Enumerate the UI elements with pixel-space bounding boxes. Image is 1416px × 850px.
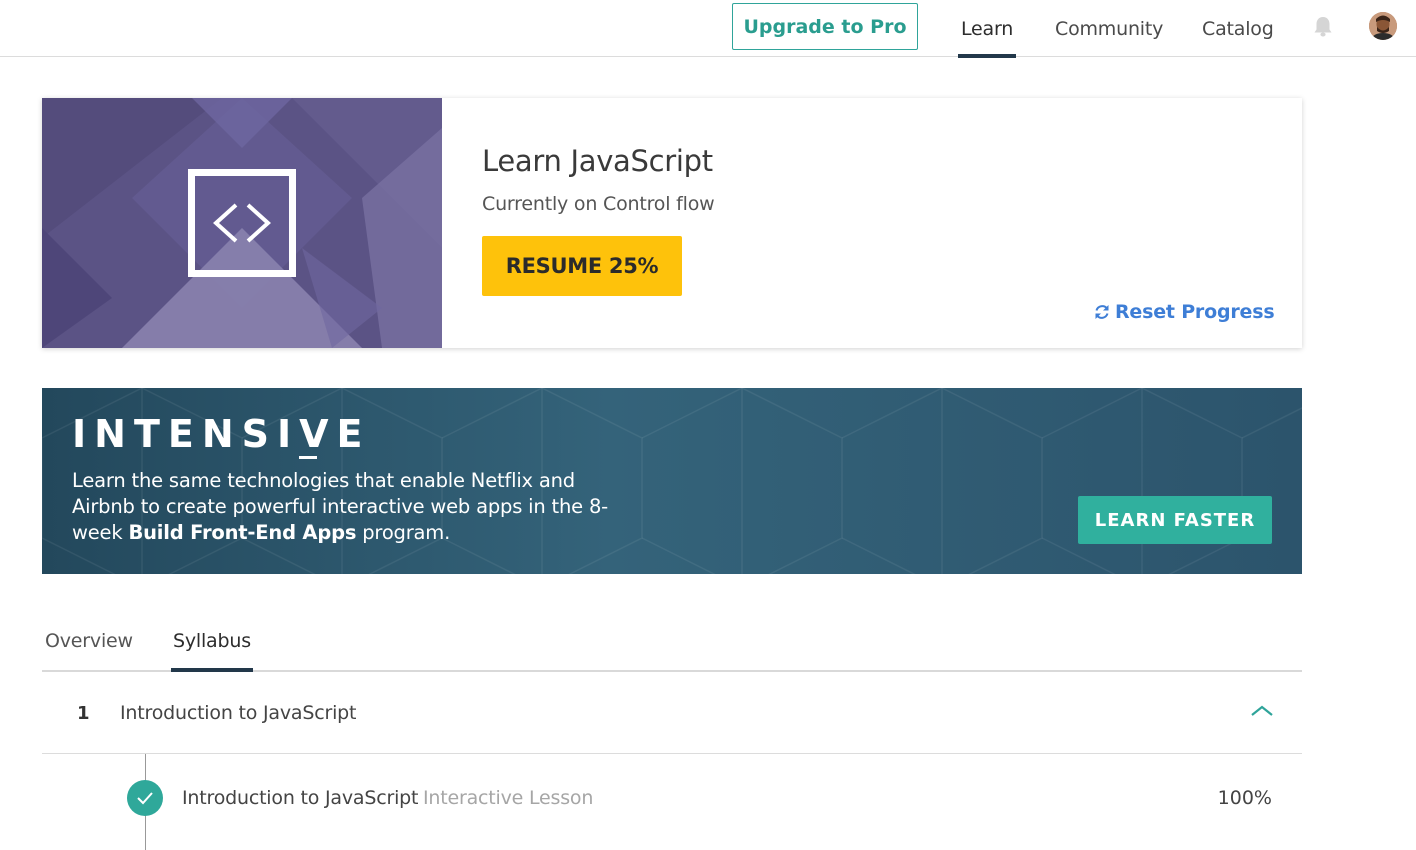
syllabus-module[interactable]: 1 Introduction to JavaScript (42, 673, 1302, 754)
resume-button[interactable]: RESUME 25% (482, 236, 682, 296)
course-card: Learn JavaScript Currently on Control fl… (42, 98, 1302, 348)
refresh-icon (1095, 305, 1109, 319)
check-icon (127, 780, 163, 816)
code-brackets-icon (188, 169, 296, 277)
course-artwork (42, 98, 442, 348)
nav-community[interactable]: Community (1055, 0, 1163, 57)
tab-syllabus[interactable]: Syllabus (171, 630, 253, 672)
course-tabs: Overview Syllabus (42, 620, 1302, 672)
reset-progress-label: Reset Progress (1115, 301, 1275, 323)
lesson-type: Interactive Lesson (423, 787, 594, 809)
notification-bell-icon[interactable] (1312, 15, 1334, 39)
tab-overview[interactable]: Overview (45, 630, 133, 652)
logo-underline (299, 456, 317, 459)
top-navigation: Upgrade to Pro Learn Community Catalog (0, 0, 1416, 58)
banner-description: Learn the same technologies that enable … (72, 469, 608, 544)
course-title: Learn JavaScript (482, 144, 713, 178)
chevron-up-icon[interactable] (1250, 703, 1274, 719)
module-number: 1 (77, 703, 90, 724)
module-title: Introduction to JavaScript (120, 702, 357, 724)
upgrade-to-pro-button[interactable]: Upgrade to Pro (732, 3, 918, 50)
current-lesson-text: Currently on Control flow (482, 193, 715, 215)
nav-catalog[interactable]: Catalog (1202, 0, 1274, 57)
lesson-progress: 100% (1217, 787, 1272, 809)
learn-faster-button[interactable]: LEARN FASTER (1078, 496, 1272, 544)
lesson-item[interactable]: Introduction to JavaScript Interactive L… (42, 754, 1302, 850)
reset-progress-link[interactable]: Reset Progress (1094, 301, 1275, 323)
lesson-title: Introduction to JavaScript (182, 787, 419, 809)
intensive-promo-banner: INTENSIVE Learn the same technologies th… (42, 388, 1302, 574)
nav-learn[interactable]: Learn (957, 0, 1017, 58)
intensive-logo: INTENSIVE (72, 412, 371, 456)
user-avatar[interactable] (1369, 12, 1397, 40)
